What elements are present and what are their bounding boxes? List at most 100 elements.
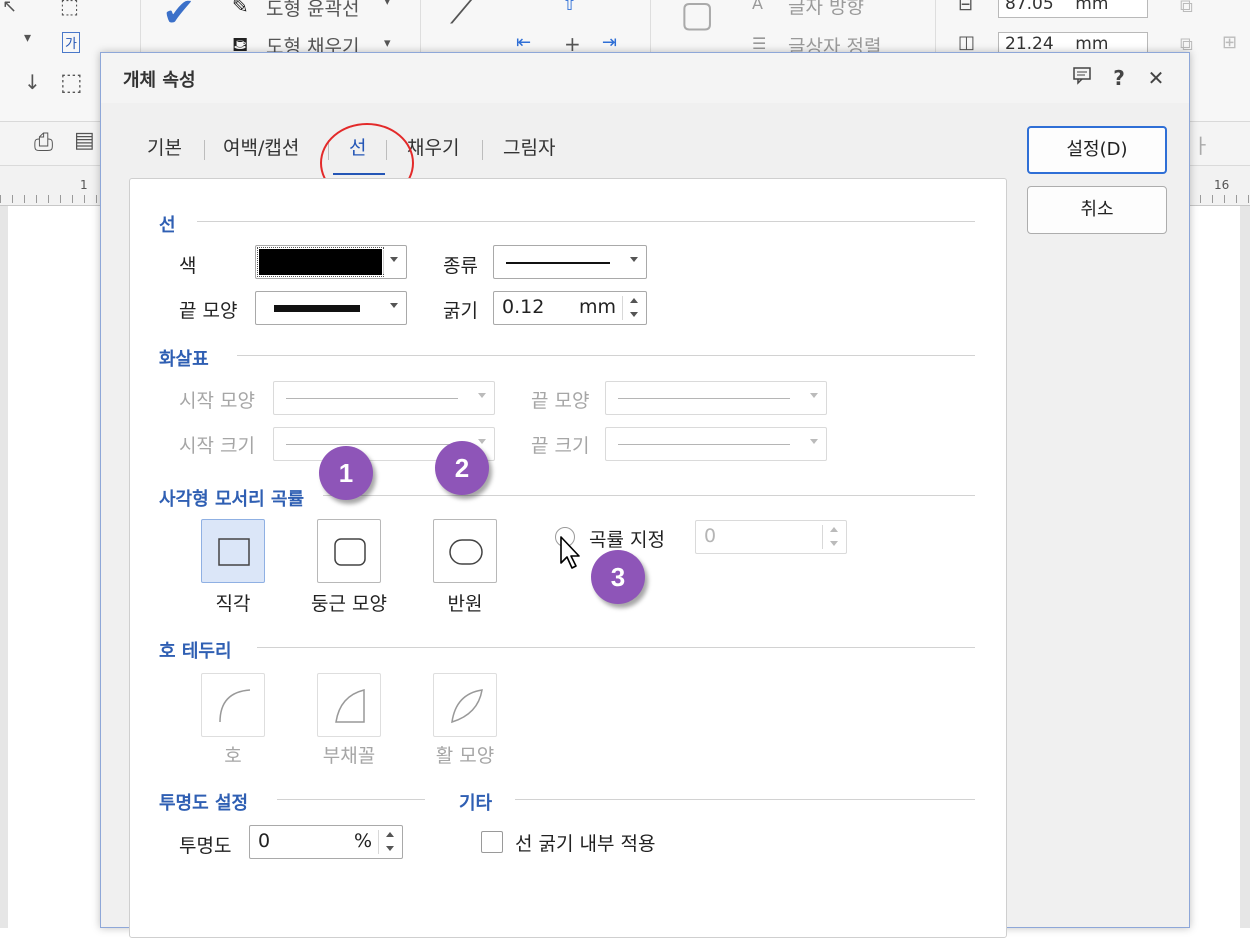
dialog-title: 개체 속성 (123, 70, 196, 91)
corner-rounded-label: 둥근 모양 (311, 593, 387, 615)
start-shape-preview (286, 398, 458, 399)
inner-thickness-label: 선 굵기 내부 적용 (515, 833, 656, 855)
section-divider (197, 221, 975, 222)
section-title-transparency: 투명도 설정 (159, 793, 249, 814)
corner-square-button[interactable] (201, 519, 265, 583)
spin-down-icon[interactable] (626, 308, 642, 322)
print-icon[interactable]: ⎙ (34, 128, 53, 156)
combo-divider (383, 250, 384, 274)
tab-shadow[interactable]: 그림자 (503, 133, 555, 160)
corner-rounded-button[interactable] (317, 519, 381, 583)
spin-up-icon[interactable] (626, 294, 642, 308)
section-title-line: 선 (159, 215, 176, 236)
bring-forward-icon[interactable]: ⇧ (562, 0, 577, 15)
corner-semicircle-button[interactable] (433, 519, 497, 583)
end-shape-arrow-dropdown[interactable] (605, 381, 827, 415)
align-box-icon[interactable]: ☰ (752, 34, 766, 53)
color-label: 색 (179, 255, 197, 277)
align-left-icon[interactable]: ⇤ (516, 32, 531, 53)
transparency-unit: % (353, 830, 372, 852)
chevron-down-icon (810, 393, 818, 398)
start-size-preview (286, 444, 458, 445)
bow-button[interactable] (433, 673, 497, 737)
chevron-down-icon[interactable]: ▾ (384, 36, 391, 51)
start-shape-dropdown[interactable] (273, 381, 495, 415)
end-size-preview (618, 444, 790, 445)
custom-curvature-spinner[interactable]: 0 (695, 520, 847, 554)
color-swatch (257, 247, 384, 277)
corner-square-label: 직각 (215, 593, 251, 615)
chevron-down-icon[interactable]: ▾ (384, 0, 391, 9)
text-box-icon[interactable]: 가 (62, 32, 80, 53)
pen-icon[interactable]: ✎ (232, 0, 249, 18)
chevron-down-icon (390, 303, 398, 308)
square-corner-icon (218, 538, 250, 566)
lock-ratio-icon[interactable]: ⧉ (1180, 0, 1193, 17)
sector-icon (335, 689, 365, 723)
chevron-down-icon (810, 439, 818, 444)
help-icon[interactable]: ? (1104, 63, 1134, 93)
text-direction-icon[interactable]: A (752, 0, 763, 13)
align-right-icon[interactable]: ⇥ (602, 32, 617, 53)
transparency-spinner[interactable]: 0 % (249, 825, 403, 859)
corner-semicircle-label: 반원 (447, 593, 483, 615)
preview-icon[interactable]: ▤ (74, 128, 95, 153)
thickness-spinner[interactable]: 0.12 mm (493, 291, 647, 325)
arrow-icon[interactable]: ↖ (2, 0, 17, 17)
arrow-down-icon[interactable]: ↓ (24, 70, 41, 94)
width-icon: ⊟ (958, 0, 974, 15)
transparency-value[interactable]: 0 (258, 830, 270, 852)
close-icon[interactable]: ✕ (1141, 63, 1171, 93)
spin-down-icon[interactable] (826, 537, 842, 551)
thickness-unit: mm (578, 296, 616, 318)
toolbar-overflow-icon[interactable]: ㅏ (1192, 130, 1210, 159)
sector-button[interactable] (317, 673, 381, 737)
line-type-dropdown[interactable] (493, 245, 647, 279)
select-objects-icon[interactable]: ⬚ (60, 68, 83, 96)
group-icon[interactable]: ⊞ (1222, 32, 1237, 53)
object-properties-dialog: 개체 속성 ? ✕ 기본 여백/캡션 선 채우기 그림자 설정(D) 취소 선 … (100, 52, 1190, 938)
thickness-value[interactable]: 0.12 (502, 296, 544, 318)
ok-button[interactable]: 설정(D) (1027, 126, 1167, 174)
comment-icon[interactable] (1067, 63, 1097, 93)
thickness-label: 굵기 (443, 300, 478, 322)
text-direction-button[interactable]: 글자 방향 (788, 0, 864, 19)
color-dropdown[interactable] (255, 245, 407, 279)
end-shape-arrow-label: 끝 모양 (531, 390, 590, 412)
bow-icon (451, 689, 483, 724)
shape-style-icon[interactable]: ✔ (162, 0, 196, 36)
line-shape-icon[interactable]: ⟋ (450, 0, 474, 32)
section-divider (277, 799, 425, 800)
end-size-dropdown[interactable] (605, 427, 827, 461)
tab-margin-caption[interactable]: 여백/캡션 (223, 133, 299, 160)
chevron-down-icon[interactable]: ▾ (24, 30, 31, 46)
start-size-label: 시작 크기 (179, 435, 255, 457)
section-divider (515, 799, 975, 800)
tab-basic[interactable]: 기본 (147, 133, 182, 160)
inner-thickness-checkbox[interactable] (481, 831, 503, 853)
rounded-corner-icon (334, 538, 366, 566)
spin-down-icon[interactable] (382, 842, 398, 856)
spinner-divider (822, 525, 823, 549)
dialog-titlebar[interactable]: 개체 속성 ? ✕ (101, 53, 1189, 103)
chevron-down-icon (630, 257, 638, 262)
custom-curvature-value[interactable]: 0 (704, 525, 716, 547)
arc-button[interactable] (201, 673, 265, 737)
spin-up-icon[interactable] (382, 828, 398, 842)
width-spinner[interactable]: 87.05 mm (998, 0, 1148, 18)
spinner-divider (378, 830, 379, 854)
shape-icon[interactable]: ⬚ (60, 0, 79, 18)
section-title-arc: 호 테두리 (159, 641, 232, 662)
line-type-label: 종류 (443, 255, 478, 277)
shape-outline-button[interactable]: 도형 윤곽선 (266, 0, 359, 21)
end-size-label: 끝 크기 (531, 435, 590, 457)
tab-fill[interactable]: 채우기 (407, 133, 459, 160)
end-shape-dropdown[interactable] (255, 291, 407, 325)
frame-icon[interactable]: ▢ (680, 0, 714, 35)
spin-up-icon[interactable] (826, 523, 842, 537)
start-shape-label: 시작 모양 (179, 390, 255, 412)
arc-label: 호 (224, 745, 242, 767)
cancel-button[interactable]: 취소 (1027, 186, 1167, 234)
semicircle-corner-icon (449, 539, 483, 565)
step-badge-2: 2 (435, 441, 489, 495)
